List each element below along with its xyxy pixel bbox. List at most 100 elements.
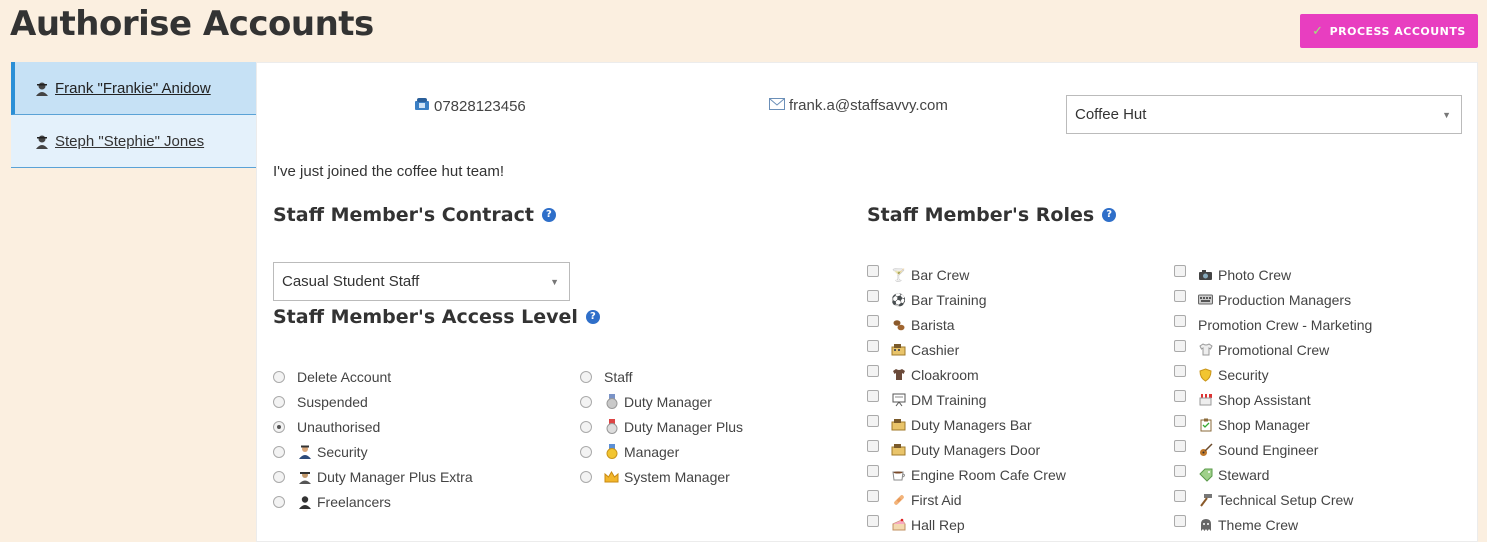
help-icon[interactable]: ?	[1102, 208, 1117, 222]
process-accounts-button[interactable]: ✓ PROCESS ACCOUNTS	[1300, 14, 1478, 48]
role-checkbox[interactable]	[867, 439, 879, 452]
access-option-duty-manager[interactable]: Duty Manager	[580, 389, 743, 414]
radio-button[interactable]	[580, 420, 592, 433]
role-shop-assistant[interactable]: Shop Assistant	[1174, 387, 1372, 412]
radio-button-checked[interactable]	[273, 420, 285, 433]
role-cashier[interactable]: Cashier	[867, 337, 1066, 362]
role-checkbox[interactable]	[867, 464, 879, 477]
role-checkbox[interactable]	[1174, 414, 1186, 427]
role-photo-crew[interactable]: Photo Crew	[1174, 262, 1372, 287]
role-checkbox[interactable]	[1174, 489, 1186, 502]
role-checkbox[interactable]	[867, 489, 879, 502]
role-production-managers[interactable]: Production Managers	[1174, 287, 1372, 312]
access-option-staff[interactable]: Staff	[580, 364, 743, 389]
role-label: Promotion Crew - Marketing	[1198, 316, 1373, 333]
role-checkbox[interactable]	[867, 339, 879, 352]
access-option-manager[interactable]: Manager	[580, 439, 743, 464]
access-option-label: Unauthorised	[297, 418, 381, 435]
venue-select[interactable]: Coffee Hut ▼	[1066, 95, 1462, 134]
role-label: DM Training	[911, 391, 987, 408]
access-option-label: Delete Account	[297, 368, 392, 385]
role-cloakroom[interactable]: Cloakroom	[867, 362, 1066, 387]
role-checkbox[interactable]	[1174, 264, 1186, 277]
role-checkbox[interactable]	[1174, 364, 1186, 377]
bandage-icon	[891, 492, 906, 507]
access-option-suspended[interactable]: Suspended	[273, 389, 473, 414]
radio-button[interactable]	[273, 370, 285, 383]
spy-icon	[35, 81, 49, 96]
roles-heading: Staff Member's Roles ?	[867, 204, 1117, 226]
access-option-duty-manager-plus[interactable]: Duty Manager Plus	[580, 414, 743, 439]
role-barista[interactable]: Barista	[867, 312, 1066, 337]
role-checkbox[interactable]	[1174, 339, 1186, 352]
role-checkbox[interactable]	[1174, 289, 1186, 302]
access-option-system-manager[interactable]: System Manager	[580, 464, 743, 489]
role-label: Promotional Crew	[1218, 341, 1330, 358]
access-level-heading: Staff Member's Access Level ?	[273, 306, 600, 328]
access-option-delete-account[interactable]: Delete Account	[273, 364, 473, 389]
role-label: Shop Manager	[1218, 416, 1310, 433]
role-hall-rep[interactable]: Hall Rep	[867, 512, 1066, 537]
process-accounts-label: PROCESS ACCOUNTS	[1329, 24, 1466, 38]
access-option-unauthorised[interactable]: Unauthorised	[273, 414, 473, 439]
role-checkbox[interactable]	[867, 289, 879, 302]
account-item-frank[interactable]: Frank "Frankie" Anidow	[11, 62, 256, 115]
role-dm-training[interactable]: DM Training	[867, 387, 1066, 412]
role-checkbox[interactable]	[867, 414, 879, 427]
access-option-duty-manager-plus-extra[interactable]: Duty Manager Plus Extra	[273, 464, 473, 489]
help-icon[interactable]: ?	[541, 208, 556, 222]
radio-button[interactable]	[580, 395, 592, 408]
role-promotional-crew[interactable]: Promotional Crew	[1174, 337, 1372, 362]
role-security[interactable]: Security	[1174, 362, 1372, 387]
contract-select-value: Casual Student Staff	[282, 273, 420, 290]
role-checkbox[interactable]	[1174, 314, 1186, 327]
role-first-aid[interactable]: First Aid	[867, 487, 1066, 512]
envelope-icon	[769, 97, 785, 114]
radio-button[interactable]	[273, 495, 285, 508]
role-label: Theme Crew	[1218, 516, 1299, 533]
radio-button[interactable]	[580, 370, 592, 383]
radio-button[interactable]	[580, 470, 592, 483]
radio-button[interactable]	[273, 445, 285, 458]
role-checkbox[interactable]	[867, 364, 879, 377]
check-icon: ✓	[1312, 23, 1324, 39]
radio-button[interactable]	[580, 445, 592, 458]
role-technical-setup-crew[interactable]: Technical Setup Crew	[1174, 487, 1372, 512]
hammer-icon	[1198, 492, 1213, 507]
role-sound-engineer[interactable]: Sound Engineer	[1174, 437, 1372, 462]
role-duty-managers-bar[interactable]: Duty Managers Bar	[867, 412, 1066, 437]
role-checkbox[interactable]	[1174, 514, 1186, 527]
role-checkbox[interactable]	[867, 514, 879, 527]
role-label: Security	[1218, 366, 1269, 383]
role-bar-crew[interactable]: 🍸 Bar Crew	[867, 262, 1066, 287]
role-bar-training[interactable]: ⚽ Bar Training	[867, 287, 1066, 312]
role-checkbox[interactable]	[1174, 464, 1186, 477]
cash-register-icon	[891, 417, 906, 432]
role-label: Hall Rep	[911, 516, 965, 533]
account-item-steph[interactable]: Steph "Stephie" Jones	[11, 115, 256, 168]
access-option-security[interactable]: Security	[273, 439, 473, 464]
presentation-board-icon	[891, 392, 906, 407]
role-label: Shop Assistant	[1218, 391, 1311, 408]
role-checkbox[interactable]	[1174, 439, 1186, 452]
radio-button[interactable]	[273, 470, 285, 483]
role-promotion-crew-marketing[interactable]: Promotion Crew - Marketing	[1174, 312, 1372, 337]
access-option-freelancers[interactable]: Freelancers	[273, 489, 473, 514]
role-label: Bar Crew	[911, 266, 970, 283]
role-label: Production Managers	[1218, 291, 1352, 308]
security-person-icon	[297, 444, 312, 459]
role-duty-managers-door[interactable]: Duty Managers Door	[867, 437, 1066, 462]
role-checkbox[interactable]	[867, 389, 879, 402]
help-icon[interactable]: ?	[585, 310, 600, 324]
contract-select[interactable]: Casual Student Staff ▼	[273, 262, 570, 301]
role-engine-room-cafe-crew[interactable]: Engine Room Cafe Crew	[867, 462, 1066, 487]
role-shop-manager[interactable]: Shop Manager	[1174, 412, 1372, 437]
role-checkbox[interactable]	[867, 264, 879, 277]
role-label: Photo Crew	[1218, 266, 1292, 283]
role-theme-crew[interactable]: Theme Crew	[1174, 512, 1372, 537]
role-steward[interactable]: Steward	[1174, 462, 1372, 487]
gold-medal-icon	[604, 444, 619, 459]
role-checkbox[interactable]	[867, 314, 879, 327]
radio-button[interactable]	[273, 395, 285, 408]
role-checkbox[interactable]	[1174, 389, 1186, 402]
